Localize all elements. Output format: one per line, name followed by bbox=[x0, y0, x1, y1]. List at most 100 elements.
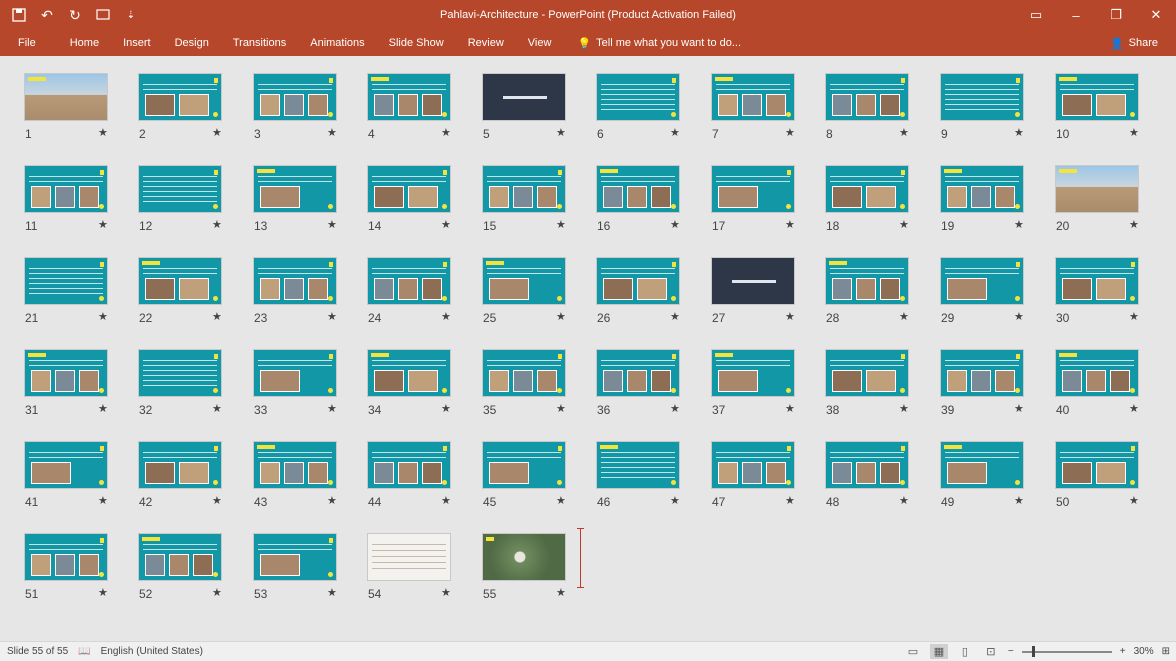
slide-preview[interactable] bbox=[24, 349, 108, 397]
slide-thumbnail[interactable]: 32 ★ bbox=[138, 349, 252, 427]
animation-star-icon[interactable]: ★ bbox=[327, 586, 337, 599]
slide-thumbnail[interactable]: 51 ★ bbox=[24, 533, 138, 611]
slide-preview[interactable] bbox=[940, 257, 1024, 305]
slide-thumbnail[interactable]: 47 ★ bbox=[711, 441, 825, 519]
slide-preview[interactable] bbox=[482, 349, 566, 397]
animation-star-icon[interactable]: ★ bbox=[556, 586, 566, 599]
slide-preview[interactable] bbox=[596, 257, 680, 305]
animation-star-icon[interactable]: ★ bbox=[785, 126, 795, 139]
slide-thumbnail[interactable]: 15 ★ bbox=[482, 165, 596, 243]
slide-thumbnail[interactable]: 5 ★ bbox=[482, 73, 596, 151]
normal-view-icon[interactable]: ▭ bbox=[904, 644, 922, 659]
minimize-icon[interactable]: – bbox=[1056, 0, 1096, 30]
zoom-level[interactable]: 30% bbox=[1134, 646, 1154, 657]
animation-star-icon[interactable]: ★ bbox=[1014, 310, 1024, 323]
animation-star-icon[interactable]: ★ bbox=[212, 310, 222, 323]
slide-thumbnail[interactable]: 33 ★ bbox=[253, 349, 367, 427]
slide-preview[interactable] bbox=[482, 257, 566, 305]
slide-preview[interactable] bbox=[940, 441, 1024, 489]
slide-thumbnail[interactable]: 42 ★ bbox=[138, 441, 252, 519]
animation-star-icon[interactable]: ★ bbox=[98, 310, 108, 323]
slide-preview[interactable] bbox=[253, 257, 337, 305]
slide-thumbnail[interactable]: 13 ★ bbox=[253, 165, 367, 243]
slide-preview[interactable] bbox=[596, 165, 680, 213]
slide-thumbnail[interactable]: 10 ★ bbox=[1055, 73, 1169, 151]
animation-star-icon[interactable]: ★ bbox=[1014, 126, 1024, 139]
slide-thumbnail[interactable]: 1 ★ bbox=[24, 73, 138, 151]
animation-star-icon[interactable]: ★ bbox=[441, 310, 451, 323]
slide-thumbnail[interactable]: 18 ★ bbox=[825, 165, 939, 243]
slide-preview[interactable] bbox=[596, 441, 680, 489]
slide-preview[interactable] bbox=[825, 165, 909, 213]
slide-show-view-icon[interactable]: ⊡ bbox=[982, 644, 1000, 659]
slide-preview[interactable] bbox=[253, 349, 337, 397]
animation-star-icon[interactable]: ★ bbox=[327, 310, 337, 323]
slide-thumbnail[interactable]: 21 ★ bbox=[24, 257, 138, 335]
tab-file[interactable]: File bbox=[0, 30, 58, 56]
slide-preview[interactable] bbox=[825, 73, 909, 121]
slide-thumbnail[interactable]: 24 ★ bbox=[367, 257, 481, 335]
slide-preview[interactable] bbox=[24, 441, 108, 489]
ribbon-display-options-icon[interactable]: ▭ bbox=[1016, 0, 1056, 30]
slide-thumbnail[interactable]: 37 ★ bbox=[711, 349, 825, 427]
animation-star-icon[interactable]: ★ bbox=[670, 494, 680, 507]
animation-star-icon[interactable]: ★ bbox=[899, 310, 909, 323]
slide-preview[interactable] bbox=[711, 257, 795, 305]
animation-star-icon[interactable]: ★ bbox=[1129, 218, 1139, 231]
slide-preview[interactable] bbox=[367, 257, 451, 305]
animation-star-icon[interactable]: ★ bbox=[1129, 402, 1139, 415]
slide-thumbnail[interactable]: 49 ★ bbox=[940, 441, 1054, 519]
fit-to-window-icon[interactable]: ⊞ bbox=[1162, 646, 1170, 657]
slide-thumbnail[interactable]: 53 ★ bbox=[253, 533, 367, 611]
language[interactable]: English (United States) bbox=[101, 646, 203, 657]
slide-preview[interactable] bbox=[24, 533, 108, 581]
slide-preview[interactable] bbox=[138, 533, 222, 581]
slide-preview[interactable] bbox=[138, 441, 222, 489]
slide-preview[interactable] bbox=[367, 533, 451, 581]
tab-transitions[interactable]: Transitions bbox=[221, 30, 298, 56]
slide-thumbnail[interactable]: 50 ★ bbox=[1055, 441, 1169, 519]
tab-view[interactable]: View bbox=[516, 30, 564, 56]
animation-star-icon[interactable]: ★ bbox=[899, 126, 909, 139]
animation-star-icon[interactable]: ★ bbox=[899, 218, 909, 231]
slide-thumbnail[interactable]: 16 ★ bbox=[596, 165, 710, 243]
slide-preview[interactable] bbox=[825, 349, 909, 397]
tab-insert[interactable]: Insert bbox=[111, 30, 163, 56]
slide-preview[interactable] bbox=[253, 533, 337, 581]
animation-star-icon[interactable]: ★ bbox=[556, 126, 566, 139]
slide-preview[interactable] bbox=[1055, 257, 1139, 305]
animation-star-icon[interactable]: ★ bbox=[212, 218, 222, 231]
slide-thumbnail[interactable]: 36 ★ bbox=[596, 349, 710, 427]
slide-thumbnail[interactable]: 23 ★ bbox=[253, 257, 367, 335]
slide-preview[interactable] bbox=[253, 165, 337, 213]
slide-preview[interactable] bbox=[1055, 349, 1139, 397]
animation-star-icon[interactable]: ★ bbox=[1014, 402, 1024, 415]
animation-star-icon[interactable]: ★ bbox=[327, 126, 337, 139]
animation-star-icon[interactable]: ★ bbox=[1129, 494, 1139, 507]
animation-star-icon[interactable]: ★ bbox=[212, 494, 222, 507]
slide-preview[interactable] bbox=[138, 165, 222, 213]
slide-thumbnail[interactable]: 22 ★ bbox=[138, 257, 252, 335]
slide-thumbnail[interactable]: 31 ★ bbox=[24, 349, 138, 427]
animation-star-icon[interactable]: ★ bbox=[212, 402, 222, 415]
slide-thumbnail[interactable]: 52 ★ bbox=[138, 533, 252, 611]
animation-star-icon[interactable]: ★ bbox=[785, 310, 795, 323]
tab-review[interactable]: Review bbox=[456, 30, 516, 56]
animation-star-icon[interactable]: ★ bbox=[670, 218, 680, 231]
animation-star-icon[interactable]: ★ bbox=[98, 218, 108, 231]
slide-preview[interactable] bbox=[482, 73, 566, 121]
slide-preview[interactable] bbox=[940, 73, 1024, 121]
slide-thumbnail[interactable]: 40 ★ bbox=[1055, 349, 1169, 427]
slide-thumbnail[interactable]: 34 ★ bbox=[367, 349, 481, 427]
animation-star-icon[interactable]: ★ bbox=[785, 218, 795, 231]
slide-thumbnail[interactable]: 38 ★ bbox=[825, 349, 939, 427]
slide-preview[interactable] bbox=[138, 257, 222, 305]
slide-preview[interactable] bbox=[367, 441, 451, 489]
slide-preview[interactable] bbox=[711, 349, 795, 397]
slide-preview[interactable] bbox=[24, 165, 108, 213]
slide-preview[interactable] bbox=[711, 165, 795, 213]
maximize-icon[interactable]: ❐ bbox=[1096, 0, 1136, 30]
slide-thumbnail[interactable]: 27 ★ bbox=[711, 257, 825, 335]
animation-star-icon[interactable]: ★ bbox=[98, 586, 108, 599]
animation-star-icon[interactable]: ★ bbox=[785, 402, 795, 415]
